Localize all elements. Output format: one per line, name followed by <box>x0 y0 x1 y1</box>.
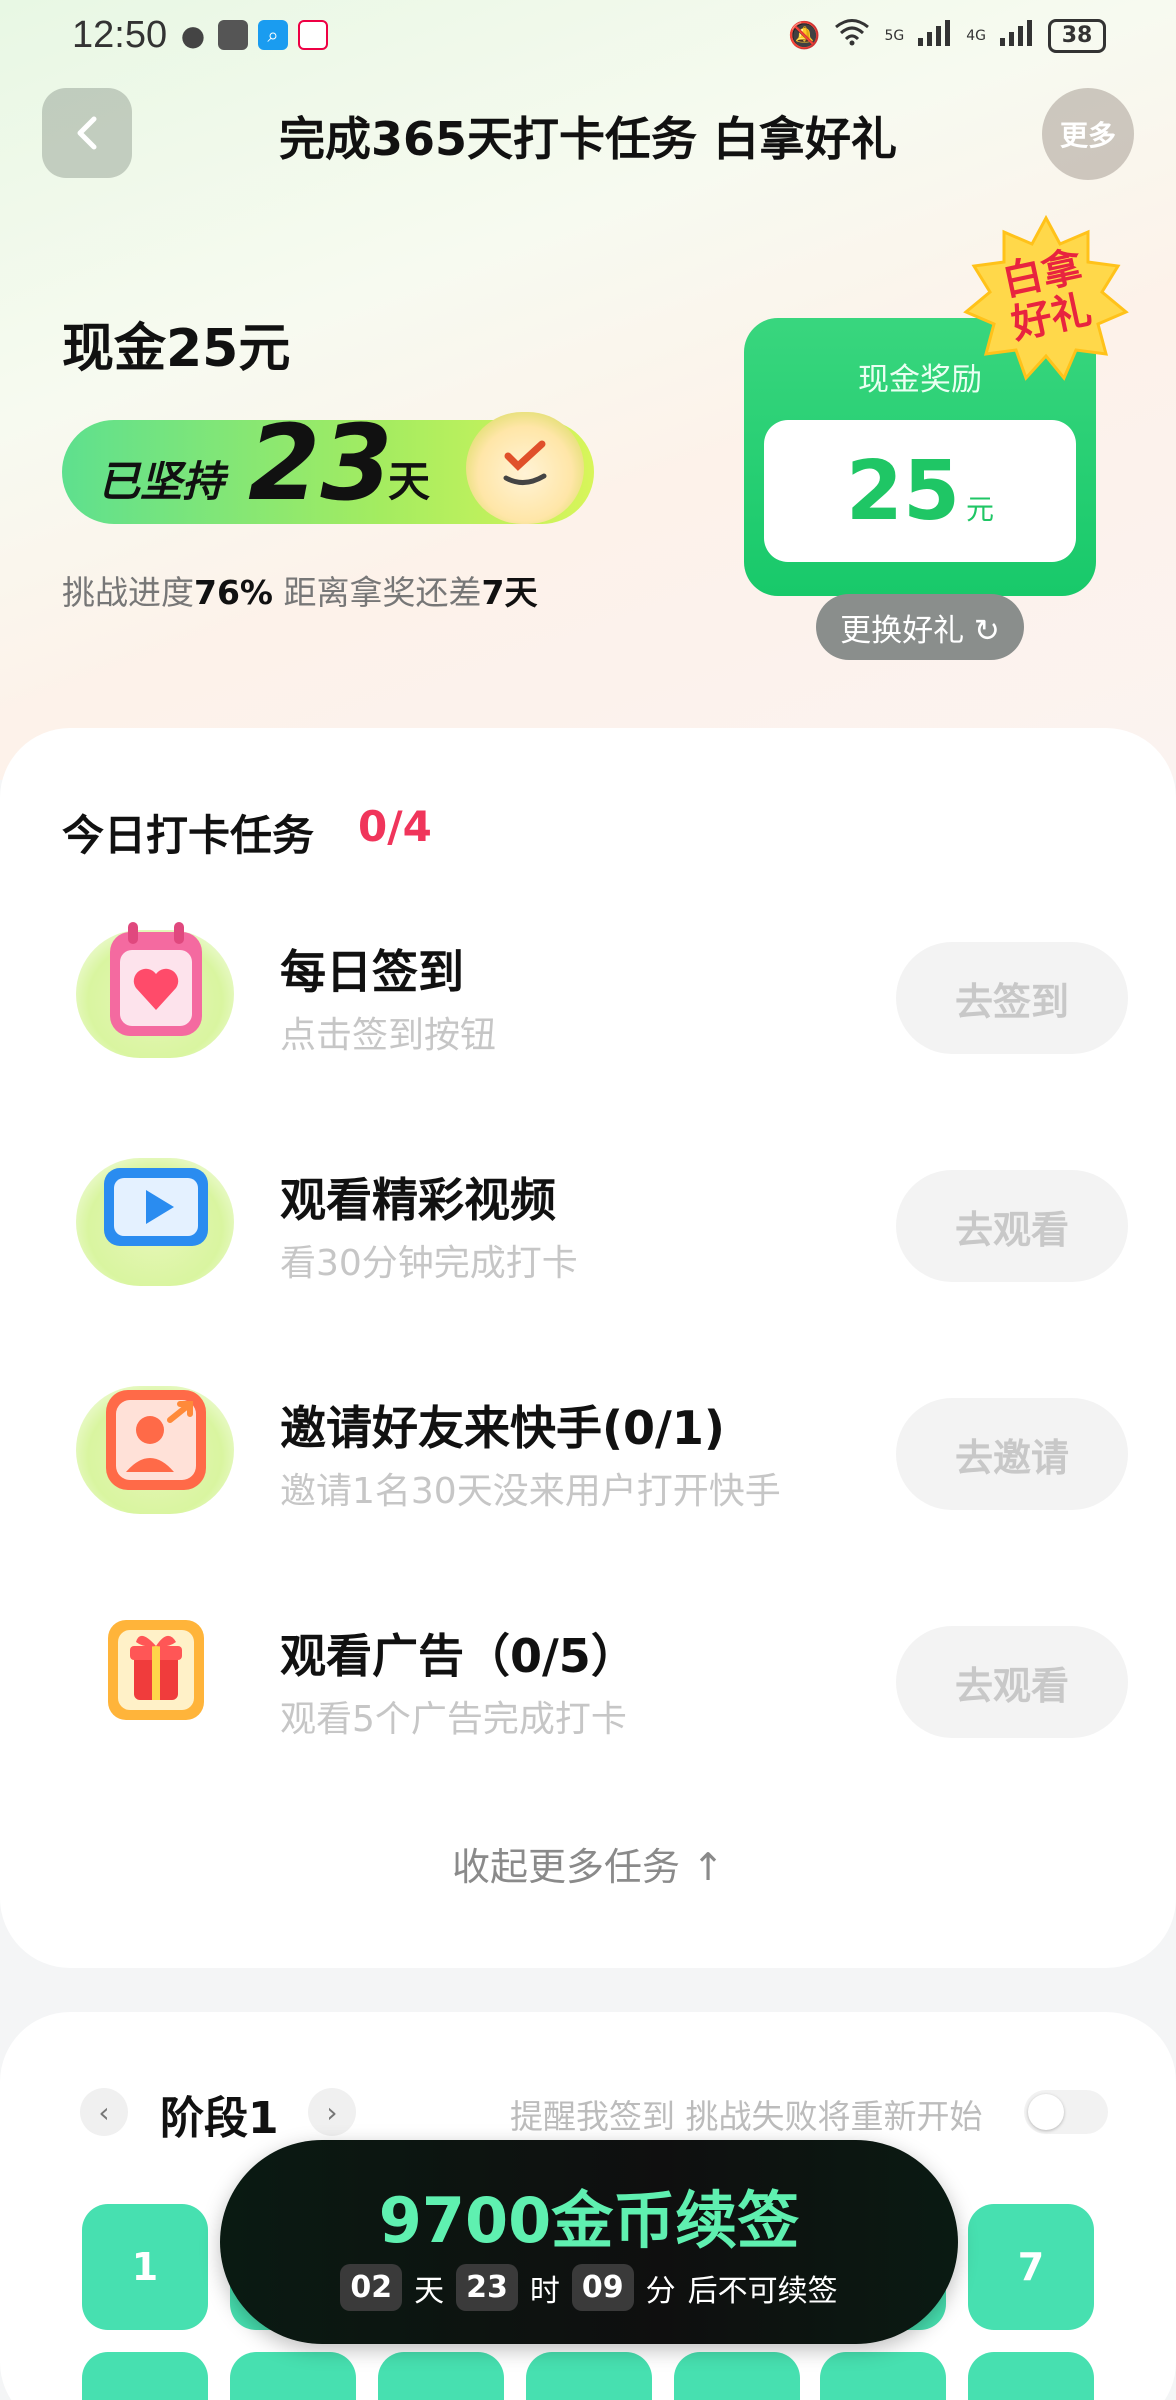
task-subtitle: 邀请1名30天没来用户打开快手 <box>280 1471 781 1512</box>
smiley-mascot-icon <box>466 412 584 524</box>
progress-label: 挑战进度 <box>62 573 194 612</box>
countdown-hours: 23 <box>456 2264 518 2311</box>
task-title: 每日签到 <box>280 945 464 999</box>
invite-button[interactable]: 去邀请 <box>896 1398 1128 1510</box>
day-tile[interactable] <box>820 2352 946 2400</box>
wechat-icon: ● <box>180 18 206 52</box>
day-tile[interactable] <box>82 2352 208 2400</box>
task-row-invite-friend: 邀请好友来快手(0/1) 邀请1名30天没来用户打开快手 去邀请 <box>0 1346 1176 1546</box>
remind-toggle[interactable] <box>1024 2090 1108 2134</box>
tasks-count: 0/4 <box>358 802 432 851</box>
mute-bell-icon: 🔕 <box>788 20 821 51</box>
day-tile[interactable]: 1 <box>82 2204 208 2330</box>
task-title: 观看精彩视频 <box>280 1173 556 1227</box>
persist-prefix: 已坚持 <box>98 457 225 506</box>
watch-video-button[interactable]: 去观看 <box>896 1170 1128 1282</box>
day-tile[interactable] <box>674 2352 800 2400</box>
signal-icon-2 <box>1000 18 1034 53</box>
reward-amount: 25 <box>845 443 961 539</box>
task-title: 邀请好友来快手(0/1) <box>280 1401 725 1455</box>
day-tile[interactable] <box>526 2352 652 2400</box>
countdown-minutes: 09 <box>571 2264 634 2311</box>
stage-title: 阶段1 <box>160 2093 279 2144</box>
countdown-hours-unit: 时 <box>529 2273 560 2309</box>
app-square-icon <box>218 20 248 50</box>
search-app-icon: ⌕ <box>258 20 288 50</box>
countdown-suffix: 后不可续签 <box>687 2273 838 2309</box>
tasks-card: 今日打卡任务 0/4 每日签到 点击签到按钮 去签到 观看精彩视频 看30分钟完… <box>0 728 1176 1968</box>
network-label-5g: 5G <box>884 27 905 44</box>
more-button[interactable]: 更多 <box>1042 88 1134 180</box>
status-right: 🔕 5G 4G 38 <box>788 18 1106 53</box>
change-gift-button[interactable]: 更换好礼 ↻ <box>816 594 1024 660</box>
watch-ads-button[interactable]: 去观看 <box>896 1626 1128 1738</box>
day-tile[interactable] <box>378 2352 504 2400</box>
calendar-heart-icon <box>110 922 202 1036</box>
wifi-icon <box>834 18 870 53</box>
countdown-minutes-unit: 分 <box>645 2273 676 2309</box>
video-play-icon <box>104 1168 208 1246</box>
signal-icon <box>918 18 952 53</box>
invite-friend-icon <box>106 1390 206 1490</box>
progress-line: 挑战进度76% 距离拿奖还差7天 <box>62 566 537 614</box>
stage-next-button[interactable]: › <box>308 2088 356 2136</box>
countdown-days-unit: 天 <box>414 2273 445 2309</box>
persist-days-pill: 已坚持 23 天 <box>62 402 594 524</box>
status-time: 12:50 <box>72 14 168 56</box>
notification-icons: ● ⌕ <box>178 18 328 52</box>
stage-prev-button[interactable]: ‹ <box>80 2088 128 2136</box>
renew-countdown: 02 天 23 时 09 分 后不可续签 <box>220 2264 958 2311</box>
task-title: 观看广告（0/5） <box>280 1629 637 1683</box>
cash-title: 现金25元 <box>62 319 291 379</box>
day-tile[interactable] <box>230 2352 356 2400</box>
tasks-header: 今日打卡任务 <box>62 811 315 860</box>
renew-title: 9700金币续签 <box>378 2184 800 2257</box>
mobile-app-icon <box>298 20 328 50</box>
task-row-watch-video: 观看精彩视频 看30分钟完成打卡 去观看 <box>0 1118 1176 1318</box>
day-tile[interactable] <box>968 2352 1094 2400</box>
task-row-watch-ads: 观看广告（0/5） 观看5个广告完成打卡 去观看 <box>0 1574 1176 1774</box>
gift-box-icon <box>108 1620 204 1720</box>
network-label-4g: 4G <box>966 27 986 44</box>
remind-text: 提醒我签到 挑战失败将重新开始 <box>510 2097 983 2136</box>
task-subtitle: 看30分钟完成打卡 <box>280 1243 578 1284</box>
remaining-label: 距离拿奖还差 <box>283 573 482 612</box>
toggle-knob <box>1028 2094 1064 2130</box>
task-subtitle: 观看5个广告完成打卡 <box>280 1699 627 1740</box>
page-title: 完成365天打卡任务 白拿好礼 <box>278 112 898 166</box>
persist-days-number: 23 <box>248 402 393 524</box>
collapse-tasks-link[interactable]: 收起更多任务 ↑ <box>0 1836 1176 1891</box>
status-bar: 12:50 ● ⌕ 🔕 5G 4G 38 <box>0 0 1176 72</box>
day-tile[interactable]: 7 <box>968 2204 1094 2330</box>
battery-indicator: 38 <box>1048 18 1106 53</box>
remaining-value: 7天 <box>481 573 538 612</box>
task-row-daily-checkin: 每日签到 点击签到按钮 去签到 <box>0 890 1176 1090</box>
reward-unit: 元 <box>966 493 995 526</box>
progress-value: 76% <box>194 573 273 612</box>
renew-button[interactable]: 9700金币续签 02 天 23 时 09 分 后不可续签 <box>220 2140 958 2344</box>
reward-amount-panel: 25 元 <box>764 420 1076 562</box>
checkin-button[interactable]: 去签到 <box>896 942 1128 1054</box>
persist-suffix: 天 <box>388 457 431 506</box>
task-subtitle: 点击签到按钮 <box>280 1015 497 1056</box>
countdown-days: 02 <box>340 2264 403 2311</box>
